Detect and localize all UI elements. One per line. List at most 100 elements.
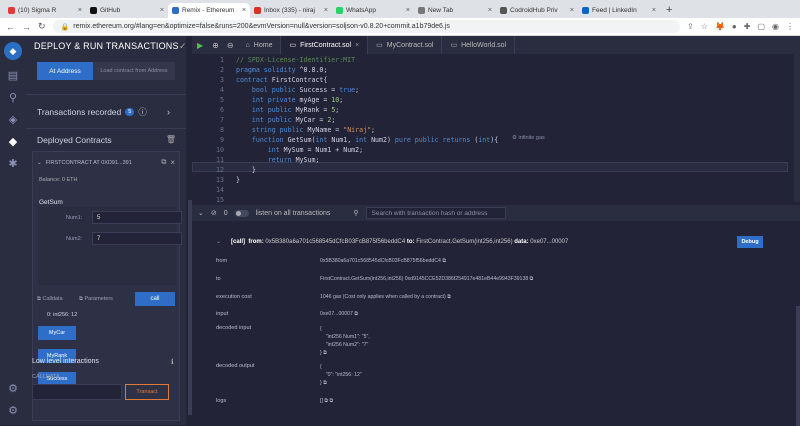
line-number: 7 bbox=[220, 116, 224, 124]
instance-name[interactable]: FIRSTCONTRACT AT 0XD91...391 bbox=[46, 160, 132, 166]
code-line: // SPDX-License-Identifier:MIT bbox=[236, 56, 356, 64]
close-tab-icon[interactable]: × bbox=[652, 7, 656, 14]
close-tab-icon[interactable]: × bbox=[78, 7, 82, 14]
at-address-button[interactable]: At Address bbox=[37, 62, 93, 80]
terminal-search-input[interactable]: Search with transaction hash or address bbox=[365, 207, 506, 219]
tab-mycontract[interactable]: ▭ MyContract.sol bbox=[368, 36, 443, 54]
copy-icon[interactable]: ⧉ bbox=[530, 276, 534, 282]
param2-label: Num2: bbox=[66, 236, 83, 242]
debug-button[interactable]: Debug bbox=[737, 236, 763, 248]
code-line: int MySum = Num1 + Num2; bbox=[267, 146, 364, 154]
browser-tab[interactable]: (10) Sigma R × bbox=[4, 3, 86, 18]
line-number: 10 bbox=[216, 146, 224, 154]
profile-icon[interactable]: ◉ bbox=[772, 22, 779, 31]
settings-icon[interactable]: ⚙ bbox=[6, 403, 20, 417]
row-value: { "int256 Num1": "5", "int256 Num2": "7"… bbox=[320, 326, 370, 356]
zoom-out-icon[interactable]: ⊖ bbox=[223, 41, 238, 50]
sidebar-icon[interactable]: ▢ bbox=[757, 22, 765, 31]
zoom-in-icon[interactable]: ⊕ bbox=[208, 41, 223, 50]
copy-icon[interactable]: ⧉ bbox=[447, 294, 451, 300]
call-log[interactable]: ⌄ [call] from: 0x5B380a6a701c568545dCfcB… bbox=[216, 238, 568, 245]
clear-icon[interactable]: ⊘ bbox=[211, 209, 217, 217]
browser-tab[interactable]: New Tab × bbox=[414, 3, 496, 18]
line-number: 12 bbox=[216, 166, 224, 174]
reload-icon[interactable]: ↻ bbox=[38, 21, 46, 32]
copy-icon[interactable]: ⧉ bbox=[330, 398, 334, 404]
editor-tabs: ▶ ⊕ ⊖ ⌂ Home ▭ FirstContract.sol × ▭ MyContr… bbox=[192, 36, 800, 54]
copy-icon[interactable]: ⧉ bbox=[323, 350, 327, 356]
listen-toggle[interactable] bbox=[234, 209, 249, 217]
code-editor[interactable]: 1 2 3 4 5 6 7 8 9 10 11 12 13 14 15 // SPDX-License-Id… bbox=[192, 54, 800, 204]
calldata-input[interactable] bbox=[32, 384, 122, 400]
github-ext-icon[interactable]: ● bbox=[732, 22, 737, 31]
run-icon[interactable]: ▶ bbox=[192, 41, 208, 50]
code-line: int private myAge = 10; bbox=[251, 96, 344, 104]
extensions-icon[interactable]: ✚ bbox=[744, 22, 751, 31]
back-icon[interactable]: ← bbox=[6, 22, 15, 32]
debugger-icon[interactable]: ✱ bbox=[6, 156, 20, 170]
tab-home[interactable]: ⌂ Home bbox=[238, 36, 282, 54]
close-tab-icon[interactable]: × bbox=[488, 7, 492, 14]
call-button[interactable]: call bbox=[135, 292, 175, 306]
copy-icon[interactable]: ⧉ bbox=[161, 159, 166, 167]
mycar-button[interactable]: MyCar bbox=[38, 326, 76, 340]
compiler-icon[interactable]: ◈ bbox=[6, 112, 20, 126]
copy-icon[interactable]: ⧉ bbox=[323, 380, 327, 386]
param2-input[interactable]: 7 bbox=[92, 232, 182, 245]
function-name: GetSum bbox=[39, 199, 63, 206]
browser-tab[interactable]: Feed | LinkedIn × bbox=[578, 3, 660, 18]
browser-tab[interactable]: Inbox (335) - niraj × bbox=[250, 3, 332, 18]
copy-icon[interactable]: ⧉ bbox=[324, 398, 328, 404]
close-icon[interactable]: × bbox=[170, 158, 175, 167]
menu-icon[interactable]: ⋮ bbox=[786, 22, 794, 31]
deploy-icon[interactable]: ◆ bbox=[6, 134, 20, 148]
plugin-manager-icon[interactable]: ⚙ bbox=[6, 381, 20, 395]
parameters-button[interactable]: ⧉ Parameters bbox=[79, 296, 113, 303]
chevron-down-icon[interactable]: ⌄ bbox=[198, 209, 204, 217]
terminal-toolbar: ⌄ ⊘ 0 listen on all transactions ⚲ Searc… bbox=[192, 205, 800, 221]
close-tab-icon[interactable]: × bbox=[355, 42, 359, 49]
file-explorer-icon[interactable]: ▤ bbox=[6, 68, 20, 82]
calldata-button[interactable]: ⧉ Calldata bbox=[37, 296, 63, 303]
browser-tab[interactable]: Remix - Ethereum × bbox=[168, 3, 250, 18]
url-field[interactable]: 🔒 remix.ethereum.org/#lang=en&optimize=f… bbox=[52, 20, 681, 33]
info-icon: ⓘ bbox=[138, 106, 147, 117]
browser-tab[interactable]: CodroidHub Priv × bbox=[496, 3, 578, 18]
close-tab-icon[interactable]: × bbox=[242, 7, 246, 14]
param1-input[interactable]: 5 bbox=[92, 211, 182, 224]
copy-icon[interactable]: ⧉ bbox=[354, 311, 358, 317]
star-icon[interactable]: ☆ bbox=[701, 22, 708, 31]
panel-title: DEPLOY & RUN TRANSACTIONS bbox=[34, 41, 179, 51]
forward-icon[interactable]: → bbox=[22, 22, 31, 32]
close-tab-icon[interactable]: × bbox=[570, 7, 574, 14]
transact-button[interactable]: Transact bbox=[125, 384, 169, 400]
tab-helloworld[interactable]: ▭ HelloWorld.sol bbox=[442, 36, 516, 54]
close-tab-icon[interactable]: × bbox=[406, 7, 410, 14]
file-icon: ▭ bbox=[376, 42, 383, 49]
address-bar: ← → ↻ 🔒 remix.ethereum.org/#lang=en&opti… bbox=[0, 18, 800, 36]
close-tab-icon[interactable]: × bbox=[324, 7, 328, 14]
copy-icon[interactable]: ⧉ bbox=[442, 258, 446, 264]
browser-tab[interactable]: GitHub × bbox=[86, 3, 168, 18]
line-number: 11 bbox=[216, 156, 224, 164]
trash-icon[interactable]: 🗑 bbox=[166, 135, 176, 144]
browser-tab[interactable]: WhatsApp × bbox=[332, 3, 414, 18]
remix-logo-icon[interactable]: ◆ bbox=[4, 42, 22, 60]
favicon-icon bbox=[90, 7, 97, 14]
file-icon: ▭ bbox=[289, 42, 297, 49]
editor-scrollbar[interactable] bbox=[794, 54, 800, 202]
metamask-icon[interactable]: 🦊 bbox=[715, 22, 725, 31]
close-tab-icon[interactable]: × bbox=[160, 7, 164, 14]
line-number: 9 bbox=[220, 136, 224, 144]
share-icon[interactable]: ⇪ bbox=[687, 22, 694, 31]
load-contract-input[interactable]: Load contract from Address bbox=[93, 62, 175, 80]
line-number: 3 bbox=[220, 76, 224, 84]
terminal-scrollbar[interactable] bbox=[796, 306, 800, 426]
chevron-right-icon[interactable]: › bbox=[167, 107, 170, 117]
transactions-recorded[interactable]: Transactions recorded 5 ⓘ › bbox=[26, 94, 186, 128]
row-key: input bbox=[216, 311, 229, 317]
new-tab-icon[interactable]: + bbox=[660, 4, 678, 18]
tab-firstcontract[interactable]: ▭ FirstContract.sol × bbox=[281, 36, 369, 54]
chevron-down-icon[interactable]: ⌄ bbox=[37, 160, 42, 166]
search-icon[interactable]: ⚲ bbox=[6, 90, 20, 104]
